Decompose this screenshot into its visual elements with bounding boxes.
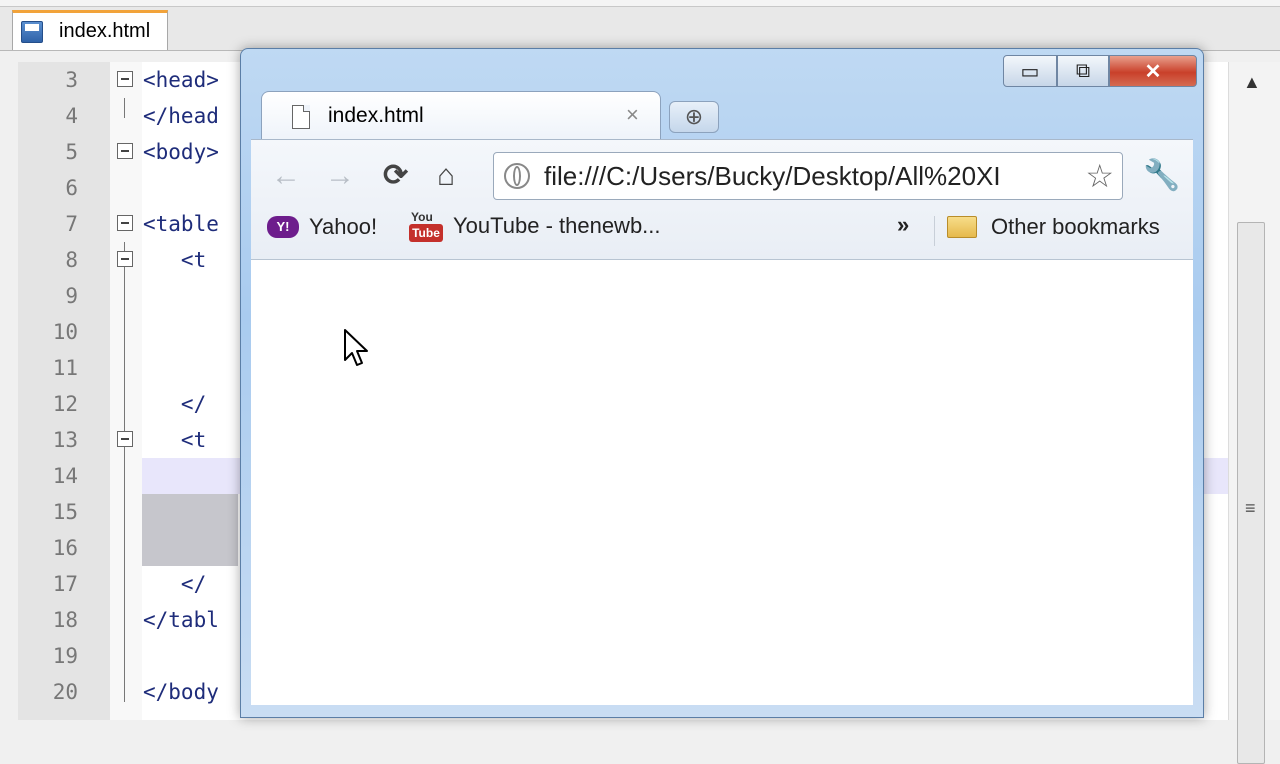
editor-tab-bar: index.html [0,0,1280,51]
browser-window: ▭ ⧉ ✕ index.html × ⊕ ← → ⟳ ⌂ file:///C:/… [240,48,1204,718]
bookmark-youtube-label: YouTube - thenewb... [453,213,661,238]
fold-toggle-icon[interactable] [117,215,133,231]
fold-toggle-icon[interactable] [117,143,133,159]
save-file-icon [21,20,43,43]
editor-tab-label: index.html [59,20,151,42]
line-number: 6 [65,176,78,200]
browser-toolbar: ← → ⟳ ⌂ file:///C:/Users/Bucky/Desktop/A… [251,139,1193,259]
maximize-button[interactable]: ⧉ [1057,55,1109,87]
editor-tab-index-html[interactable]: index.html [12,10,168,50]
youtube-icon-text-top: You [411,210,433,224]
address-bar-url[interactable]: file:///C:/Users/Bucky/Desktop/All%20XI [544,161,1064,192]
globe-icon [504,163,530,189]
line-number: 11 [52,356,78,380]
fold-toggle-icon[interactable] [117,431,133,447]
line-number: 4 [65,104,78,128]
line-text: </ [143,572,207,596]
scroll-up-icon[interactable]: ▲ [1243,72,1261,93]
line-text: <head> [143,68,219,92]
line-number: 17 [52,572,78,596]
fold-toggle-icon[interactable] [117,71,133,87]
back-icon[interactable]: ← [271,158,301,194]
address-bar[interactable]: file:///C:/Users/Bucky/Desktop/All%20XI … [493,152,1123,200]
browser-tab-index-html[interactable]: index.html × [261,91,661,141]
line-number: 5 [65,140,78,164]
line-text: </tabl [143,608,219,632]
line-number: 14 [52,464,78,488]
line-number: 18 [52,608,78,632]
close-window-button[interactable]: ✕ [1109,55,1197,87]
scrollbar-grip-icon: ≡ [1245,498,1256,518]
line-number: 13 [52,428,78,452]
line-number: 7 [65,212,78,236]
editor-top-strip [0,0,1280,7]
browser-tab-title: index.html [328,104,424,127]
minimize-button[interactable]: ▭ [1003,55,1057,87]
youtube-icon-text-bottom: Tube [409,224,443,242]
bookmark-youtube[interactable]: You Tube YouTube - thenewb... [409,210,661,242]
line-number: 15 [52,500,78,524]
line-text: <t [143,248,207,272]
youtube-icon: You Tube [409,210,443,242]
scrollbar-thumb[interactable] [1237,222,1265,764]
wrench-menu-icon[interactable]: 🔧 [1143,158,1180,193]
window-controls: ▭ ⧉ ✕ [1003,55,1197,89]
line-number: 8 [65,248,78,272]
bookmarks-overflow-chevron-icon[interactable]: » [897,212,909,238]
page-content-area[interactable] [251,259,1193,705]
other-bookmarks-label: Other bookmarks [991,214,1160,239]
line-number: 12 [52,392,78,416]
bookmark-yahoo-label: Yahoo! [309,214,378,239]
line-number: 9 [65,284,78,308]
reload-icon[interactable]: ⟳ [383,158,408,194]
line-text: </ [143,392,207,416]
vertical-scrollbar[interactable]: ▲ ≡ [1228,62,1280,764]
forward-icon[interactable]: → [325,158,355,194]
mouse-cursor-icon [344,329,368,366]
page-icon [292,105,310,129]
line-number: 10 [52,320,78,344]
folder-icon [947,216,977,238]
line-text: </head [143,104,219,128]
line-text: <body> [143,140,219,164]
bookmark-star-icon[interactable]: ☆ [1085,157,1114,195]
line-text: <t [143,428,207,452]
bookmark-yahoo[interactable]: Y! Yahoo! [267,214,377,240]
bookmarks-bar: Y! Yahoo! You Tube YouTube - thenewb... … [251,204,1193,254]
fold-toggle-icon[interactable] [117,251,133,267]
line-number: 3 [65,68,78,92]
line-number: 20 [52,680,78,704]
yahoo-icon: Y! [267,216,299,238]
home-icon[interactable]: ⌂ [437,158,455,194]
other-bookmarks[interactable]: Other bookmarks [947,214,1160,240]
line-text: </body [143,680,219,704]
line-number: 19 [52,644,78,668]
close-tab-icon[interactable]: × [626,102,639,128]
line-number: 16 [52,536,78,560]
line-text: <table [143,212,219,236]
bookmarks-separator [934,216,935,246]
new-tab-button[interactable]: ⊕ [669,101,719,133]
